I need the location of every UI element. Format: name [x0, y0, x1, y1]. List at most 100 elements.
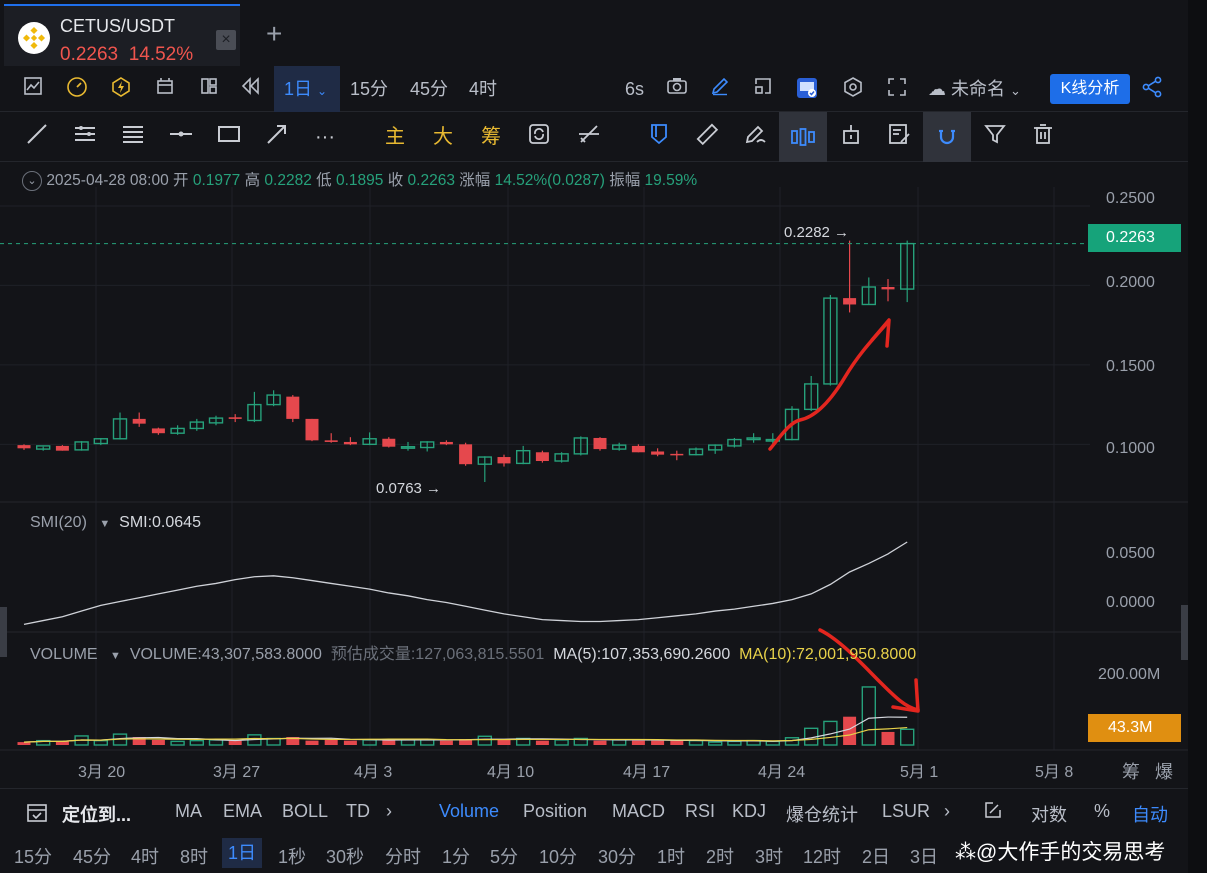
interval-45m[interactable]: 45分 [410, 76, 448, 102]
timeframe-2d[interactable]: 2日 [862, 843, 890, 869]
calendar-icon[interactable] [26, 801, 48, 828]
indicator-liquidation[interactable]: 爆仓统计 [786, 801, 858, 827]
timeframe-45m[interactable]: 45分 [73, 843, 111, 869]
timeframe-30m[interactable]: 30分 [598, 843, 636, 869]
chip-axis-button[interactable]: 筹 [1122, 758, 1140, 784]
tab-cetus-usdt[interactable]: CETUS/USDT 0.2263 14.52% × [4, 4, 240, 66]
fullscreen-chart-icon[interactable] [750, 76, 776, 102]
volume-bar [612, 739, 627, 746]
chevron-down-icon: ⌄ [1010, 83, 1021, 98]
close-tab-icon[interactable]: × [216, 30, 236, 50]
percent-scale-toggle[interactable]: % [1094, 801, 1110, 822]
indicator-lsur[interactable]: LSUR [882, 801, 930, 822]
interval-selector[interactable]: 1日 ⌄ [274, 66, 340, 112]
smi-indicator-label[interactable]: SMI(20) ▼ SMI:0.0645 [30, 514, 201, 532]
refresh-rate[interactable]: 6s [625, 76, 644, 102]
timeframe-1m[interactable]: 1分 [442, 843, 470, 869]
caret-down-icon[interactable]: ▼ [110, 650, 121, 662]
replay-icon[interactable] [238, 76, 264, 102]
main-force-tool[interactable]: 主 [380, 122, 410, 152]
add-tab-icon[interactable]: + [266, 18, 282, 50]
timeframe-tick[interactable]: 分时 [385, 843, 421, 869]
pin-drawing-icon[interactable] [644, 122, 674, 152]
ohlc-info: ⌄ 2025-04-28 08:00 开 0.1977 高 0.2282 低 0… [22, 168, 697, 191]
template-icon[interactable] [152, 76, 178, 102]
layout-icon[interactable] [196, 76, 222, 102]
indicator-volume[interactable]: Volume [439, 801, 499, 822]
pencil-icon[interactable] [707, 76, 733, 102]
interval-4h[interactable]: 4时 [469, 76, 497, 102]
layout-name-dropdown[interactable]: ☁ 未命名 ⌄ [928, 76, 1021, 104]
timeframe-2h[interactable]: 2时 [706, 843, 734, 869]
auto-scale-toggle[interactable]: 自动 [1132, 801, 1168, 827]
fib-lines-icon[interactable] [118, 122, 148, 152]
candle [651, 451, 665, 455]
big-order-tool[interactable]: 大 [428, 122, 458, 152]
filter-icon[interactable] [980, 122, 1010, 152]
rectangle-icon[interactable] [214, 122, 244, 152]
expand-icon[interactable] [884, 76, 910, 102]
timeframe-30s[interactable]: 30秒 [326, 843, 364, 869]
settings-hexagon-icon[interactable] [840, 76, 866, 102]
caret-down-icon[interactable]: ▼ [99, 518, 110, 530]
candle-mode-icon[interactable] [779, 112, 827, 162]
tab-pair-name: CETUS/USDT [60, 16, 176, 36]
indicator-kdj[interactable]: KDJ [732, 801, 766, 822]
arrow-icon[interactable] [262, 122, 292, 152]
indicator-ma[interactable]: MA [175, 801, 202, 822]
refresh-draw-icon[interactable] [524, 122, 554, 152]
x-axis-label: 5月 8 [1035, 764, 1074, 781]
chart-type-icon[interactable] [20, 76, 46, 102]
indicator-td[interactable]: TD [346, 801, 370, 822]
lightning-icon[interactable] [108, 76, 134, 102]
log-scale-toggle[interactable]: 对数 [1031, 801, 1067, 827]
magnet-icon[interactable] [923, 112, 971, 162]
collapse-icon[interactable]: ⌄ [22, 170, 42, 191]
more-tools-icon[interactable]: ··· [310, 122, 340, 152]
chart-area[interactable]: ⌄ 2025-04-28 08:00 开 0.1977 高 0.2282 低 0… [0, 162, 1188, 788]
timeframe-8h[interactable]: 8时 [180, 843, 208, 869]
x-axis-label: 4月 10 [487, 764, 535, 781]
camera-icon[interactable] [664, 76, 690, 102]
timeframe-4h[interactable]: 4时 [131, 843, 159, 869]
locate-button[interactable]: 定位到... [62, 801, 131, 827]
trendline-icon[interactable] [22, 122, 52, 152]
parallel-lines-icon[interactable] [70, 122, 100, 152]
horizontal-line-icon[interactable] [166, 122, 196, 152]
timeframe-12h[interactable]: 12时 [803, 843, 841, 869]
smi-name: SMI(20) [30, 514, 87, 531]
liquidation-axis-button[interactable]: 爆 [1155, 758, 1173, 784]
smi-line [23, 541, 908, 626]
ruler-icon[interactable] [692, 122, 722, 152]
k-analysis-button[interactable]: K线分析 [1050, 74, 1130, 104]
indicator-settings-icon[interactable] [794, 76, 820, 102]
trash-icon[interactable] [1028, 122, 1058, 152]
chip-distribution-tool[interactable]: 筹 [476, 122, 506, 152]
timeframe-3h[interactable]: 3时 [755, 843, 783, 869]
timeframe-5m[interactable]: 5分 [490, 843, 518, 869]
timeframe-1s[interactable]: 1秒 [278, 843, 306, 869]
indicator-rsi[interactable]: RSI [685, 801, 715, 822]
timeframe-1h[interactable]: 1时 [657, 843, 685, 869]
volume-indicator-label[interactable]: VOLUME ▼ VOLUME:43,307,583.8000 预估成交量:12… [30, 640, 916, 664]
brush-icon[interactable] [740, 122, 770, 152]
chevron-right-icon[interactable]: › [386, 801, 392, 822]
indicator-boll[interactable]: BOLL [282, 801, 328, 822]
indicator-gauge-icon[interactable] [64, 76, 90, 102]
interval-15m[interactable]: 15分 [350, 76, 388, 102]
timeframe-3d[interactable]: 3日 [910, 843, 938, 869]
timeframe-10m[interactable]: 10分 [539, 843, 577, 869]
timeframe-1d[interactable]: 1日 [222, 838, 263, 868]
indicator-position[interactable]: Position [523, 801, 587, 822]
share-icon[interactable] [1139, 76, 1165, 102]
measure-icon[interactable] [574, 122, 604, 152]
indicator-ema[interactable]: EMA [223, 801, 262, 822]
lock-drawing-icon[interactable] [836, 122, 866, 152]
expand-corner-icon[interactable] [984, 801, 1002, 824]
volume-bar [17, 742, 31, 745]
edit-note-icon[interactable] [884, 122, 914, 152]
timeframe-15m[interactable]: 15分 [14, 843, 52, 869]
chevron-right-icon[interactable]: › [944, 801, 950, 822]
indicator-macd[interactable]: MACD [612, 801, 665, 822]
chart-canvas[interactable] [0, 162, 1188, 788]
